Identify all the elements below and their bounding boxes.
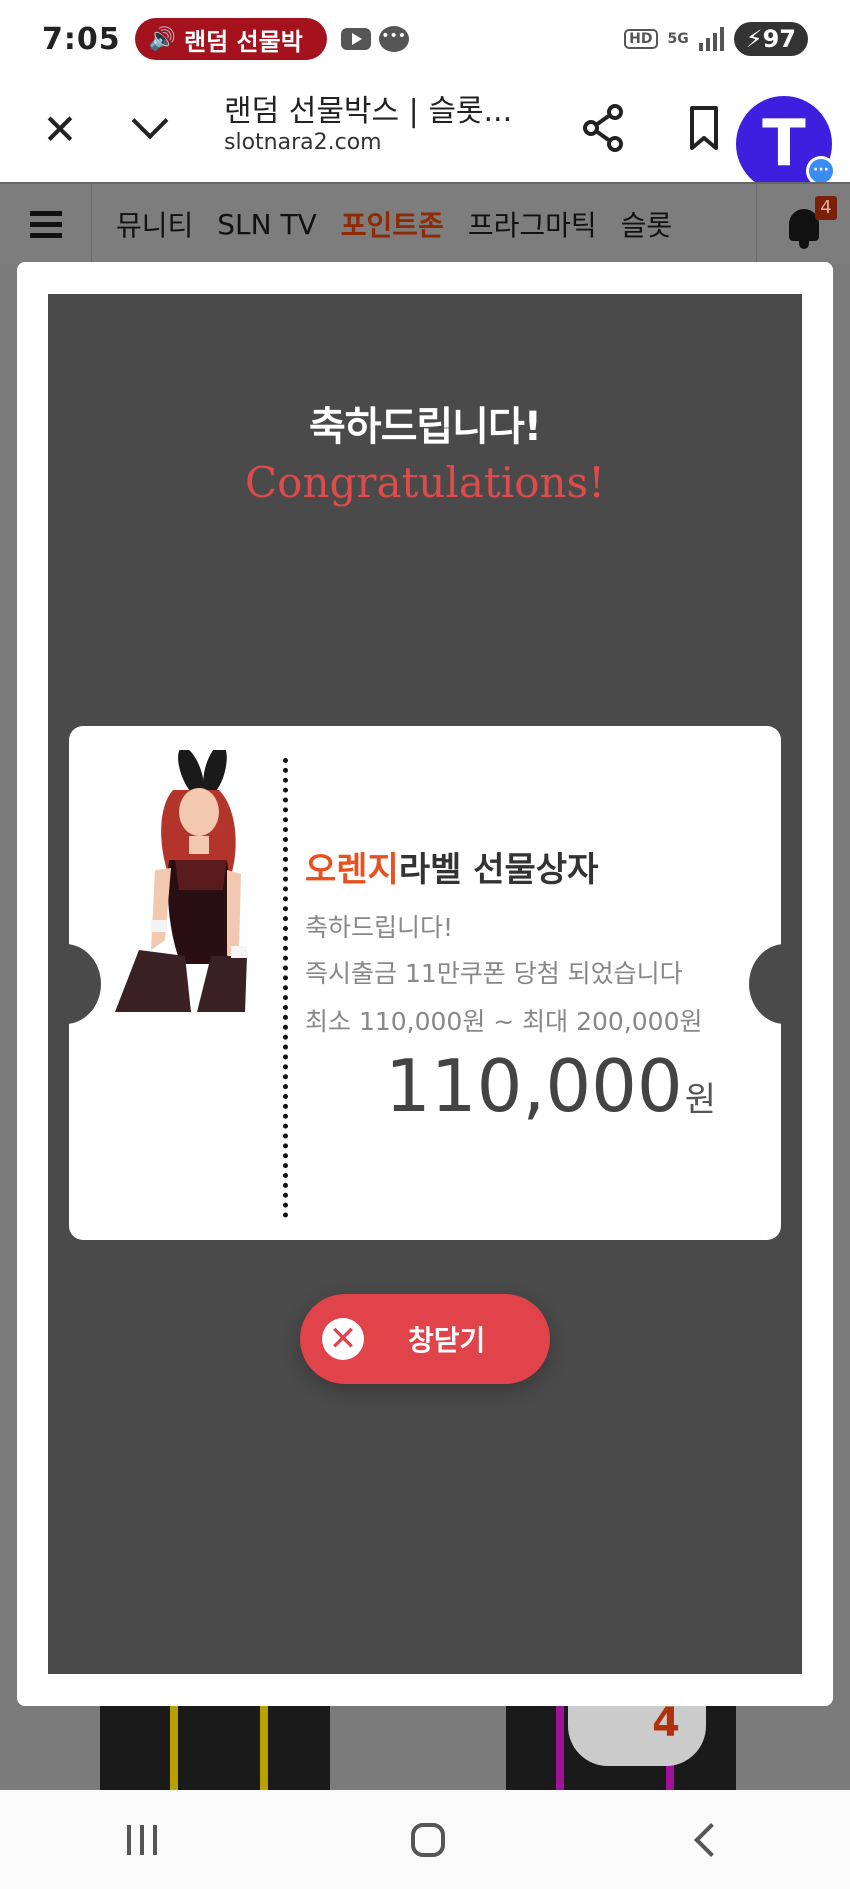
bookmark-icon[interactable] (676, 100, 732, 156)
notification-bell[interactable]: 4 (756, 184, 850, 266)
bunny-character-image (115, 750, 247, 1012)
nav-item-community[interactable]: 뮤니티 (116, 204, 193, 244)
prize-amount-unit: 원 (684, 1080, 717, 1120)
page-url[interactable]: slotnara2.com (224, 130, 382, 155)
network-type: 5G (667, 31, 689, 47)
modal: 축하드립니다! Congratulations! 오렌지라벨 선물상자 축하드립… (17, 262, 833, 1706)
ticket-notch-right (749, 944, 781, 1024)
prize-ticket: 오렌지라벨 선물상자 축하드립니다! 즉시출금 11만쿠폰 당첨 되었습니다 최… (69, 726, 781, 1240)
battery-level: 97 (762, 25, 796, 53)
prize-line-2: 즉시출금 11만쿠폰 당첨 되었습니다 (305, 959, 683, 988)
close-icon[interactable]: ✕ (30, 100, 90, 160)
chevron-down-icon[interactable] (120, 100, 180, 160)
media-playing-pill[interactable]: 🔊 랜덤 선물박 (134, 18, 327, 60)
perforation-line (283, 758, 288, 1218)
ticket-notch-left (69, 944, 101, 1024)
youtube-icon (340, 28, 371, 50)
prize-title-accent: 오렌지 (305, 850, 399, 890)
menu-icon[interactable] (0, 183, 92, 265)
close-icon: ✕ (322, 1318, 364, 1360)
home-icon[interactable] (411, 1822, 445, 1857)
close-popup-button[interactable]: ✕ 창닫기 (300, 1294, 550, 1384)
congrats-heading: 축하드립니다! (308, 404, 542, 450)
share-icon[interactable] (575, 100, 631, 156)
floating-app-bubble[interactable]: T ··· (736, 96, 836, 192)
system-indicators: HD 5G ⚡ 97 (624, 22, 808, 56)
clock: 7:05 (42, 21, 121, 57)
congrats-subheading: Congratulations! (245, 458, 605, 507)
floating-count-badge: 4 (568, 1703, 706, 1766)
close-button-label: 창닫기 (408, 1324, 486, 1357)
signal-icon (698, 27, 724, 51)
slot-thumbnail (100, 1704, 330, 1790)
browser-toolbar: ✕ 랜덤 선물박스 | 슬롯... slotnara2.com T ··· (0, 78, 850, 192)
back-icon[interactable] (694, 1822, 728, 1857)
site-nav: 뮤니티 SLN TV 포인트존 프라그마틱 슬롯 4 (0, 182, 850, 266)
speaker-icon: 🔊 (148, 26, 177, 52)
nav-item-sln-tv[interactable]: SLN TV (217, 208, 316, 241)
prize-amount: 110,000원 (385, 1044, 716, 1128)
message-icon: ••• (378, 26, 409, 52)
nav-item-pragmatic[interactable]: 프라그마틱 (468, 204, 597, 244)
prize-amount-value: 110,000 (385, 1044, 683, 1128)
prize-line-3: 최소 110,000원 ~ 최대 200,000원 (305, 1007, 703, 1036)
notification-count: 4 (815, 196, 837, 220)
gift-box-popup: 축하드립니다! Congratulations! 오렌지라벨 선물상자 축하드립… (48, 294, 802, 1674)
prize-title: 오렌지라벨 선물상자 (305, 842, 598, 891)
status-bar: 7:05 🔊 랜덤 선물박 ••• HD 5G ⚡ 97 (0, 0, 850, 78)
bell-icon (788, 209, 819, 249)
hd-voice-icon: HD (624, 29, 658, 49)
nav-item-point-zone[interactable]: 포인트존 (341, 204, 444, 244)
prize-line-1: 축하드립니다! (305, 913, 454, 942)
media-title: 랜덤 선물박 (184, 27, 303, 56)
background-content: 4 (0, 1703, 850, 1790)
prize-title-rest: 라벨 선물상자 (398, 850, 599, 890)
system-nav-bar (0, 1790, 850, 1889)
nav-item-slot[interactable]: 슬롯 (621, 204, 673, 244)
page-title: 랜덤 선물박스 | 슬롯... (224, 94, 513, 129)
recent-apps-icon[interactable] (127, 1824, 157, 1855)
battery-indicator: ⚡ 97 (733, 22, 808, 56)
